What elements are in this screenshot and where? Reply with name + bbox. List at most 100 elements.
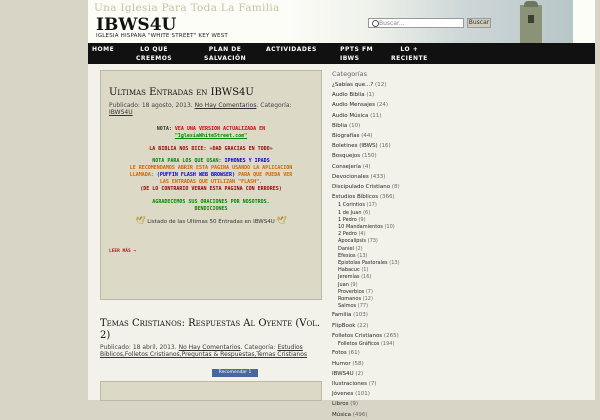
sidebar-category-item[interactable]: Folletos Cristianos (265) xyxy=(332,331,422,341)
post-ultimas-entradas: Ultimas Entradas en IBWS4U Publicado: 18… xyxy=(100,70,322,300)
sidebar-category-item[interactable]: Jóvenes (101) xyxy=(332,389,422,399)
category-label[interactable]: Audio Biblia xyxy=(332,92,365,98)
category-count: (10) xyxy=(347,122,361,129)
sidebar-category-item[interactable]: 1 de Juan (6) xyxy=(332,210,422,217)
category-label[interactable]: Consejería xyxy=(332,164,361,170)
category-label[interactable]: 1 Pedro xyxy=(338,217,357,223)
nav-ppts-ibws[interactable]: PPTS IBWS xyxy=(340,45,359,63)
comments-link[interactable]: No Hay Comentarios xyxy=(195,102,257,109)
category-label[interactable]: Bosquejos xyxy=(332,153,360,159)
category-label[interactable]: 1 de Juan xyxy=(338,210,362,216)
category-label[interactable]: 10 Mandamientos xyxy=(338,224,383,230)
nav-lo-que-creemos[interactable]: LO QUE CREEMOS xyxy=(136,45,172,63)
nav-lo-mas-reciente[interactable]: LO + RECIENTE xyxy=(391,45,428,63)
category-label[interactable]: ¿Sabías que...? xyxy=(332,82,373,88)
sidebar-category-item[interactable]: Audio Mensajes (24) xyxy=(332,100,422,110)
site-title[interactable]: IBWS4U xyxy=(96,15,176,35)
sidebar-category-item[interactable]: Salmos (77) xyxy=(332,303,422,310)
sidebar-category-item[interactable]: Humor (58) xyxy=(332,359,422,369)
comments-link[interactable]: No Hay Comentarios xyxy=(179,344,241,351)
category-label[interactable]: Habacuc xyxy=(338,267,360,273)
search-button[interactable]: Buscar xyxy=(467,18,491,28)
category-label[interactable]: Salmos xyxy=(338,303,356,309)
category-label[interactable]: 1 Corintios xyxy=(338,202,365,208)
sidebar-category-item[interactable]: Biografías (44) xyxy=(332,131,422,141)
sidebar-category-item[interactable]: Apocalipsis (73) xyxy=(332,238,422,245)
sidebar-category-item[interactable]: Proverbios (7) xyxy=(332,289,422,296)
nav-home[interactable]: HOME xyxy=(92,45,114,54)
category-label[interactable]: Juan xyxy=(338,282,349,288)
sidebar-category-item[interactable]: Música (496) xyxy=(332,410,422,420)
category-label[interactable]: Folletos Cristianos xyxy=(332,333,382,339)
category-label[interactable]: Efesios xyxy=(338,253,356,259)
category-label[interactable]: Devocionales xyxy=(332,174,369,180)
post2-title[interactable]: Temas Cristianos: Respuestas Al Oyente (… xyxy=(100,318,322,342)
category-link[interactable]: IBWS4U xyxy=(109,109,133,116)
category-label[interactable]: Biblia xyxy=(332,123,347,129)
category-label[interactable]: Discipulado Cristiano xyxy=(332,184,390,190)
sidebar-category-item[interactable]: 2 Pedro (4) xyxy=(332,231,422,238)
category-label[interactable]: IBWS4U xyxy=(332,371,354,377)
category-label[interactable]: 2 Pedro xyxy=(338,231,357,237)
sidebar-category-item[interactable]: Discipulado Cristiano (8) xyxy=(332,182,422,192)
nav-fm[interactable]: FM xyxy=(362,45,373,54)
search-input[interactable]: Buscar... xyxy=(368,18,464,28)
sidebar-category-item[interactable]: Consejería (4) xyxy=(332,162,422,172)
sidebar-category-item[interactable]: Folletos Gráficos (194) xyxy=(332,341,422,348)
sidebar-category-item[interactable]: Ilustraciones (7) xyxy=(332,379,422,389)
site-header: Una Iglesia Para Toda La Familia IBWS4U … xyxy=(88,0,595,43)
sidebar-category-item[interactable]: Jeremías (16) xyxy=(332,274,422,281)
iglesia-link[interactable]: "IglesiaWhiteStreet.com" xyxy=(175,133,247,139)
category-label[interactable]: Humor xyxy=(332,361,351,367)
category-count: (1) xyxy=(359,267,369,274)
page-border xyxy=(596,0,600,400)
category-label[interactable]: Música xyxy=(332,412,351,418)
post-title[interactable]: Ultimas Entradas en IBWS4U xyxy=(109,87,313,98)
sidebar-category-item[interactable]: Devocionales (433) xyxy=(332,172,422,182)
sidebar-category-item[interactable]: IBWS4U (2) xyxy=(332,369,422,379)
category-label[interactable]: Estudios Bíblicos xyxy=(332,194,378,200)
category-label[interactable]: Boletines (IBWS) xyxy=(332,143,378,149)
category-label[interactable]: Folletos Gráficos xyxy=(338,341,379,347)
category-count: (496) xyxy=(351,411,368,418)
sidebar-category-item[interactable]: 1 Corintios (17) xyxy=(332,202,422,209)
category-label[interactable]: Daniel xyxy=(338,246,354,252)
sidebar-category-item[interactable]: Juan (9) xyxy=(332,282,422,289)
category-label[interactable]: Biografías xyxy=(332,133,360,139)
sidebar-category-item[interactable]: Fotos (61) xyxy=(332,348,422,358)
category-label[interactable]: Fotos xyxy=(332,350,347,356)
sidebar-category-item[interactable]: Bosquejos (150) xyxy=(332,151,422,161)
category-label[interactable]: Apocalipsis xyxy=(338,238,366,244)
sidebar-category-item[interactable]: Romanos (12) xyxy=(332,296,422,303)
category-label[interactable]: Audio Mensajes xyxy=(332,102,375,108)
sidebar-category-item[interactable]: Libros (9) xyxy=(332,399,422,409)
sidebar-category-item[interactable]: Biblia (10) xyxy=(332,121,422,131)
sidebar-category-item[interactable]: 1 Pedro (9) xyxy=(332,217,422,224)
category-label[interactable]: Ilustraciones xyxy=(332,381,367,387)
category-label[interactable]: Libros xyxy=(332,401,348,407)
facebook-recommend-button[interactable]: Recomendar 1 xyxy=(212,369,258,377)
category-count: (16) xyxy=(359,274,372,281)
category-label[interactable]: Epistolas Pastorales xyxy=(338,260,388,266)
nav-plan-de-salvacion[interactable]: PLAN DE SALVACIÓN xyxy=(204,45,246,63)
category-label[interactable]: FlipBook xyxy=(332,323,355,329)
category-label[interactable]: Proverbios xyxy=(338,289,364,295)
sidebar-category-item[interactable]: Audio Biblia (1) xyxy=(332,90,422,100)
sidebar-category-item[interactable]: Familia (103) xyxy=(332,310,422,320)
category-label[interactable]: Jeremías xyxy=(338,274,360,280)
sidebar-category-item[interactable]: Daniel (2) xyxy=(332,246,422,253)
sidebar-category-item[interactable]: ¿Sabías que...? (12) xyxy=(332,80,422,90)
sidebar-category-item[interactable]: FlipBook (22) xyxy=(332,321,422,331)
sidebar-category-item[interactable]: Estudios Bíblicos (366) xyxy=(332,192,422,202)
sidebar-category-item[interactable]: Epistolas Pastorales (13) xyxy=(332,260,422,267)
category-label[interactable]: Jóvenes xyxy=(332,391,353,397)
leer-mas-link[interactable]: LEER MÁS → xyxy=(109,249,136,254)
sidebar-category-item[interactable]: Efesios (13) xyxy=(332,253,422,260)
sidebar-category-item[interactable]: Boletines (IBWS) (16) xyxy=(332,141,422,151)
sidebar-category-item[interactable]: Audio Música (11) xyxy=(332,111,422,121)
category-label[interactable]: Familia xyxy=(332,312,351,318)
category-label[interactable]: Audio Música xyxy=(332,113,368,119)
sidebar-category-item[interactable]: 10 Mandamientos (10) xyxy=(332,224,422,231)
nav-actividades[interactable]: ACTIVIDADES xyxy=(266,45,317,54)
category-label[interactable]: Romanos xyxy=(338,296,361,302)
